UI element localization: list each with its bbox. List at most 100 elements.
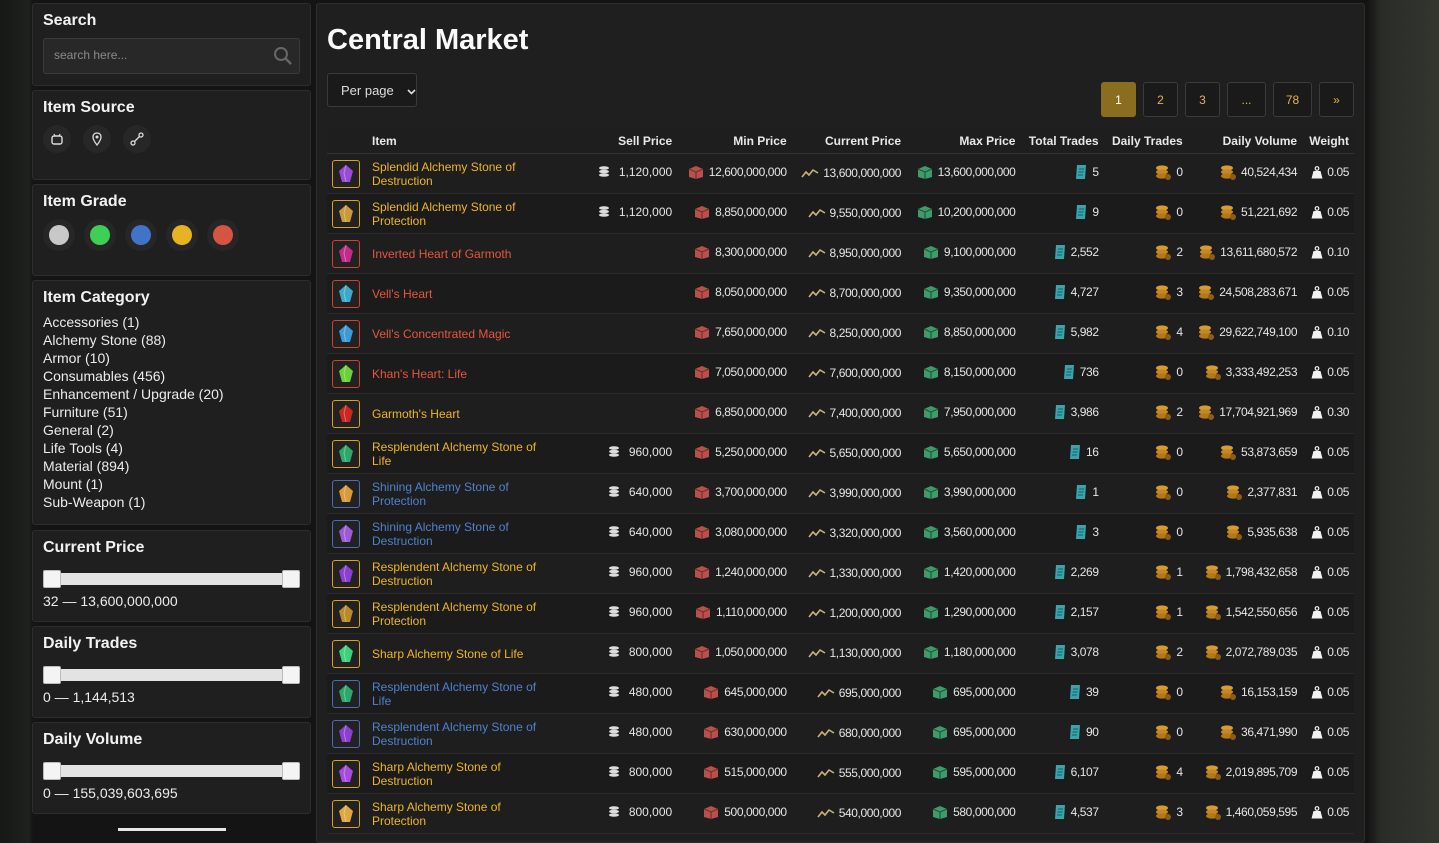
table-row[interactable]: Sharp Alchemy Stone of Destruction 800,00… bbox=[327, 753, 1354, 794]
item-name[interactable]: Resplendent Alchemy Stone of Life bbox=[367, 433, 557, 474]
table-row[interactable]: Vell's Concentrated Magic 7,650,000,000 8,… bbox=[327, 313, 1354, 354]
item-name[interactable]: Resplendent Alchemy Stone of Destruction bbox=[367, 713, 557, 754]
table-row[interactable]: Shining Alchemy Stone of Destruction 640,… bbox=[327, 513, 1354, 554]
page-button-3[interactable]: ... bbox=[1227, 82, 1266, 117]
location-pin-icon[interactable] bbox=[83, 125, 111, 153]
item-gem-icon[interactable] bbox=[332, 639, 360, 668]
page-button-0[interactable]: 1 bbox=[1101, 82, 1136, 117]
page-button-4[interactable]: 78 bbox=[1273, 82, 1312, 117]
item-gem-icon[interactable] bbox=[332, 159, 360, 188]
item-name[interactable]: Shining Alchemy Stone of Destruction bbox=[367, 513, 557, 554]
category-item[interactable]: Mount (1) bbox=[43, 475, 300, 493]
max-price-value: 3,990,000,000 bbox=[943, 485, 1016, 499]
item-name[interactable]: Sharp Alchemy Stone of Protection bbox=[367, 793, 557, 834]
col-total-trades[interactable]: Total Trades bbox=[1020, 128, 1104, 154]
item-name[interactable]: Vell's Heart bbox=[367, 273, 557, 314]
item-gem-icon[interactable] bbox=[332, 679, 360, 708]
category-item[interactable]: Material (894) bbox=[43, 457, 300, 475]
grade-yellow-button[interactable] bbox=[166, 219, 198, 251]
weight: 0.05 bbox=[1311, 765, 1349, 779]
table-row[interactable]: Resplendent Alchemy Stone of Protection 9… bbox=[327, 593, 1354, 634]
max-handle[interactable] bbox=[282, 666, 300, 684]
item-name[interactable]: Vell's Concentrated Magic bbox=[367, 313, 557, 354]
table-row[interactable]: Resplendent Alchemy Stone of Destruction… bbox=[327, 553, 1354, 594]
category-item[interactable]: Alchemy Stone (88) bbox=[43, 331, 300, 349]
table-row[interactable]: Sharp Alchemy Stone of Protection 800,000… bbox=[327, 793, 1354, 834]
table-row[interactable]: Sharp Alchemy Stone of Life 800,000 1,050,… bbox=[327, 633, 1354, 674]
search-input[interactable] bbox=[44, 39, 264, 71]
item-gem-icon[interactable] bbox=[332, 439, 360, 468]
item-name[interactable]: Sharp Alchemy Stone of Life bbox=[367, 633, 557, 674]
search-icon[interactable] bbox=[273, 46, 293, 71]
item-gem-icon[interactable] bbox=[332, 799, 360, 828]
table-row[interactable]: Resplendent Alchemy Stone of Life 480,000… bbox=[327, 673, 1354, 714]
col-sell-price[interactable]: Sell Price bbox=[557, 128, 678, 154]
col-daily-trades[interactable]: Daily Trades bbox=[1103, 128, 1188, 154]
category-item[interactable]: Consumables (456) bbox=[43, 367, 300, 385]
max-handle[interactable] bbox=[282, 762, 300, 780]
grade-green-button[interactable] bbox=[84, 219, 116, 251]
item-gem-icon[interactable] bbox=[332, 519, 360, 548]
grade-white-button[interactable] bbox=[43, 219, 75, 251]
current-price-value: 8,950,000,000 bbox=[829, 246, 902, 260]
item-name[interactable]: Resplendent Alchemy Stone of Life bbox=[367, 673, 557, 714]
min-handle[interactable] bbox=[43, 762, 61, 780]
item-gem-icon[interactable] bbox=[332, 199, 360, 228]
max-price: 695,000,000 bbox=[931, 724, 1016, 740]
table-row[interactable]: Vell's Heart 8,050,000,000 8,700,000,000 9,… bbox=[327, 273, 1354, 314]
table-row[interactable]: Khan's Heart: Life 7,050,000,000 7,600,000… bbox=[327, 353, 1354, 394]
category-item[interactable]: General (2) bbox=[43, 421, 300, 439]
item-gem-icon[interactable] bbox=[332, 279, 360, 308]
item-name[interactable]: Splendid Alchemy Stone of Destruction bbox=[367, 153, 557, 194]
category-item[interactable]: Life Tools (4) bbox=[43, 439, 300, 457]
table-row[interactable]: Garmoth's Heart 6,850,000,000 7,400,000,00… bbox=[327, 393, 1354, 434]
item-name[interactable]: Shining Alchemy Stone of Protection bbox=[367, 473, 557, 514]
item-name[interactable]: Garmoth's Heart bbox=[367, 393, 557, 434]
category-item[interactable]: Armor (10) bbox=[43, 349, 300, 367]
page-button-2[interactable]: 3 bbox=[1185, 82, 1220, 117]
grade-blue-button[interactable] bbox=[125, 219, 157, 251]
min-handle[interactable] bbox=[43, 666, 61, 684]
col-max-price[interactable]: Max Price bbox=[906, 128, 1021, 154]
item-gem-icon[interactable] bbox=[332, 239, 360, 268]
item-name[interactable]: Splendid Alchemy Stone of Protection bbox=[367, 193, 557, 234]
table-row[interactable]: Splendid Alchemy Stone of Destruction 1,1… bbox=[327, 153, 1354, 194]
table-row[interactable]: Resplendent Alchemy Stone of Life 960,000… bbox=[327, 433, 1354, 474]
table-row[interactable]: Inverted Heart of Garmoth 8,300,000,000 8,… bbox=[327, 233, 1354, 274]
category-item[interactable]: Accessories (1) bbox=[43, 313, 300, 331]
item-name[interactable]: Khan's Heart: Life bbox=[367, 353, 557, 394]
category-item[interactable]: Enhancement / Upgrade (20) bbox=[43, 385, 300, 403]
page-button-1[interactable]: 2 bbox=[1143, 82, 1178, 117]
item-gem-icon[interactable] bbox=[332, 759, 360, 788]
item-name[interactable]: Resplendent Alchemy Stone of Destruction bbox=[367, 553, 557, 594]
sell-price-cell bbox=[557, 353, 678, 394]
route-icon[interactable] bbox=[123, 125, 151, 153]
item-name[interactable]: Inverted Heart of Garmoth bbox=[367, 233, 557, 274]
item-gem-icon[interactable] bbox=[332, 559, 360, 588]
col-daily-volume[interactable]: Daily Volume bbox=[1187, 128, 1303, 154]
item-gem-icon[interactable] bbox=[332, 319, 360, 348]
category-item[interactable]: Furniture (51) bbox=[43, 403, 300, 421]
item-name[interactable]: Sharp Alchemy Stone of Destruction bbox=[367, 753, 557, 794]
col-weight[interactable]: Weight bbox=[1302, 128, 1354, 154]
col-current-price[interactable]: Current Price bbox=[791, 128, 907, 154]
item-gem-icon[interactable] bbox=[332, 359, 360, 388]
table-row[interactable]: Shining Alchemy Stone of Protection 640,0… bbox=[327, 473, 1354, 514]
item-gem-icon[interactable] bbox=[332, 399, 360, 428]
category-item[interactable]: Sub-Weapon (1) bbox=[43, 493, 300, 511]
daily-volume-value: 1,798,432,658 bbox=[1225, 565, 1298, 579]
min-handle[interactable] bbox=[43, 570, 61, 588]
col-min-price[interactable]: Min Price bbox=[677, 128, 792, 154]
grade-red-button[interactable] bbox=[207, 219, 239, 251]
table-row[interactable]: Resplendent Alchemy Stone of Destruction… bbox=[327, 713, 1354, 754]
pot-icon[interactable] bbox=[43, 125, 71, 153]
max-handle[interactable] bbox=[282, 570, 300, 588]
per-page-select[interactable]: Per page bbox=[327, 73, 417, 107]
item-gem-icon[interactable] bbox=[332, 479, 360, 508]
item-gem-icon[interactable] bbox=[332, 719, 360, 748]
table-row[interactable]: Splendid Alchemy Stone of Protection 1,12… bbox=[327, 193, 1354, 234]
page-button-5[interactable]: » bbox=[1319, 82, 1354, 117]
col-item[interactable]: Item bbox=[367, 128, 557, 154]
item-gem-icon[interactable] bbox=[332, 599, 360, 628]
item-name[interactable]: Resplendent Alchemy Stone of Protection bbox=[367, 593, 557, 634]
